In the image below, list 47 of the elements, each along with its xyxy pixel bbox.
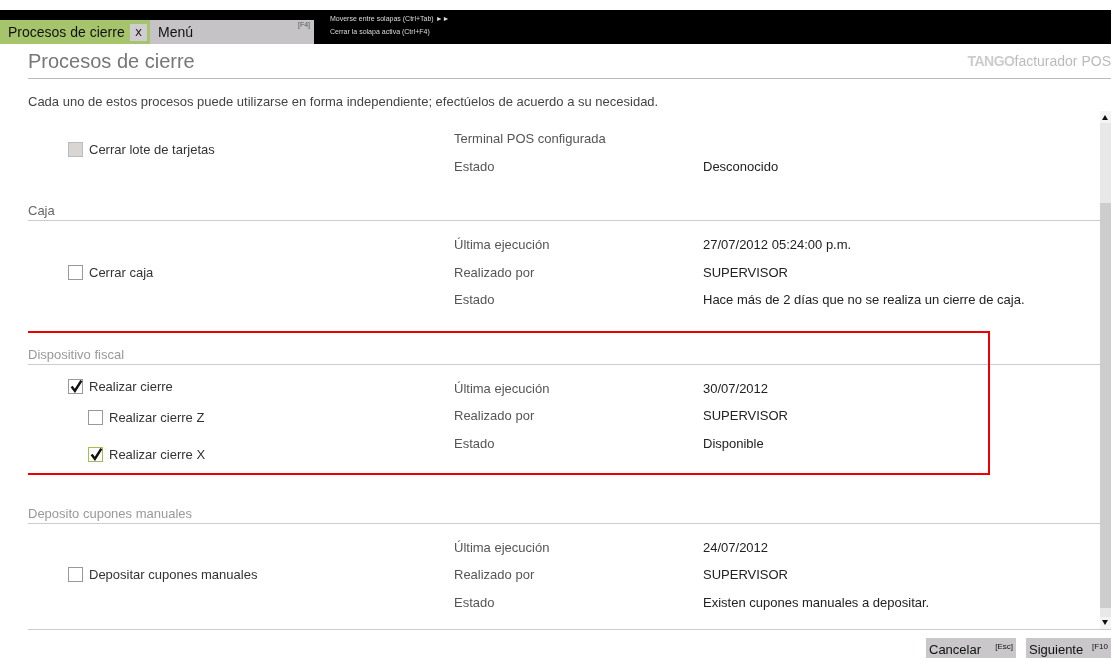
field-label: Estado (454, 594, 496, 610)
field-label: Última ejecución (454, 539, 551, 555)
field-label: Realizado por (454, 264, 536, 280)
field-value: Existen cupones manuales a depositar. (703, 594, 930, 610)
tab-label: Procesos de cierre (7, 24, 125, 40)
checkbox-label: Cerrar caja (89, 264, 154, 280)
scroll-down-icon[interactable] (1100, 617, 1111, 629)
field-value: 27/07/2012 05:24:00 p.m. (703, 237, 853, 253)
checkbox[interactable] (88, 446, 103, 462)
field-value: Desconocido (703, 158, 779, 174)
field-label: Estado (454, 292, 496, 308)
close-tab-button[interactable]: x (130, 23, 147, 41)
checkbox-label: Depositar cupones manuales (89, 567, 258, 583)
field-value: SUPERVISOR (703, 567, 789, 583)
checkbox[interactable] (88, 409, 103, 425)
section-title: Deposito cupones manuales (28, 506, 1100, 524)
field-label: Realizado por (454, 408, 536, 424)
page-title: Procesos de cierre (28, 49, 195, 73)
scrollbar[interactable] (1100, 111, 1111, 629)
field-label: Estado (454, 435, 496, 451)
checkbox[interactable] (68, 567, 83, 583)
section-title: Dispositivo fiscal (28, 347, 1100, 365)
field-label: Terminal POS configurada (454, 131, 607, 147)
checkbox-label: Cerrar lote de tarjetas (89, 142, 215, 157)
checkbox-label: Realizar cierre X (109, 446, 206, 462)
checkbox-label: Realizar cierre (89, 379, 173, 394)
field-label: Estado (454, 158, 496, 174)
field-label: Última ejecución (454, 237, 551, 253)
field-value: SUPERVISOR (703, 408, 788, 424)
checkbox[interactable] (68, 379, 83, 394)
footer-button[interactable]: Siguiente $^{[F10}$ (1026, 638, 1111, 658)
checkbox-label: Realizar cierre Z (109, 409, 205, 425)
field-value: Hace más de 2 días que no se realiza un cierre de caja. (703, 292, 1025, 308)
field-value: Disponible (703, 435, 765, 451)
checkbox[interactable] (68, 264, 83, 280)
description-text: Cada uno de estos procesos puede utilizarse en forma independiente; efectúelos de acuerdo a su necesidad. (28, 94, 660, 111)
scrollbar-thumb[interactable] (1100, 203, 1111, 608)
product-name: facturador POS (1014, 53, 1111, 69)
field-value: 30/07/2012 (703, 380, 770, 396)
field-label: Última ejecución (454, 380, 551, 396)
section-title: Caja (28, 204, 1100, 221)
field-value: 24/07/2012 (703, 539, 770, 555)
scroll-up-icon[interactable] (1100, 111, 1111, 123)
field-label: Realizado por (454, 567, 536, 583)
tab[interactable]: Procesos de cierre x (0, 20, 150, 44)
field-value: SUPERVISOR (703, 264, 789, 280)
tab-label: Menú (157, 24, 194, 40)
